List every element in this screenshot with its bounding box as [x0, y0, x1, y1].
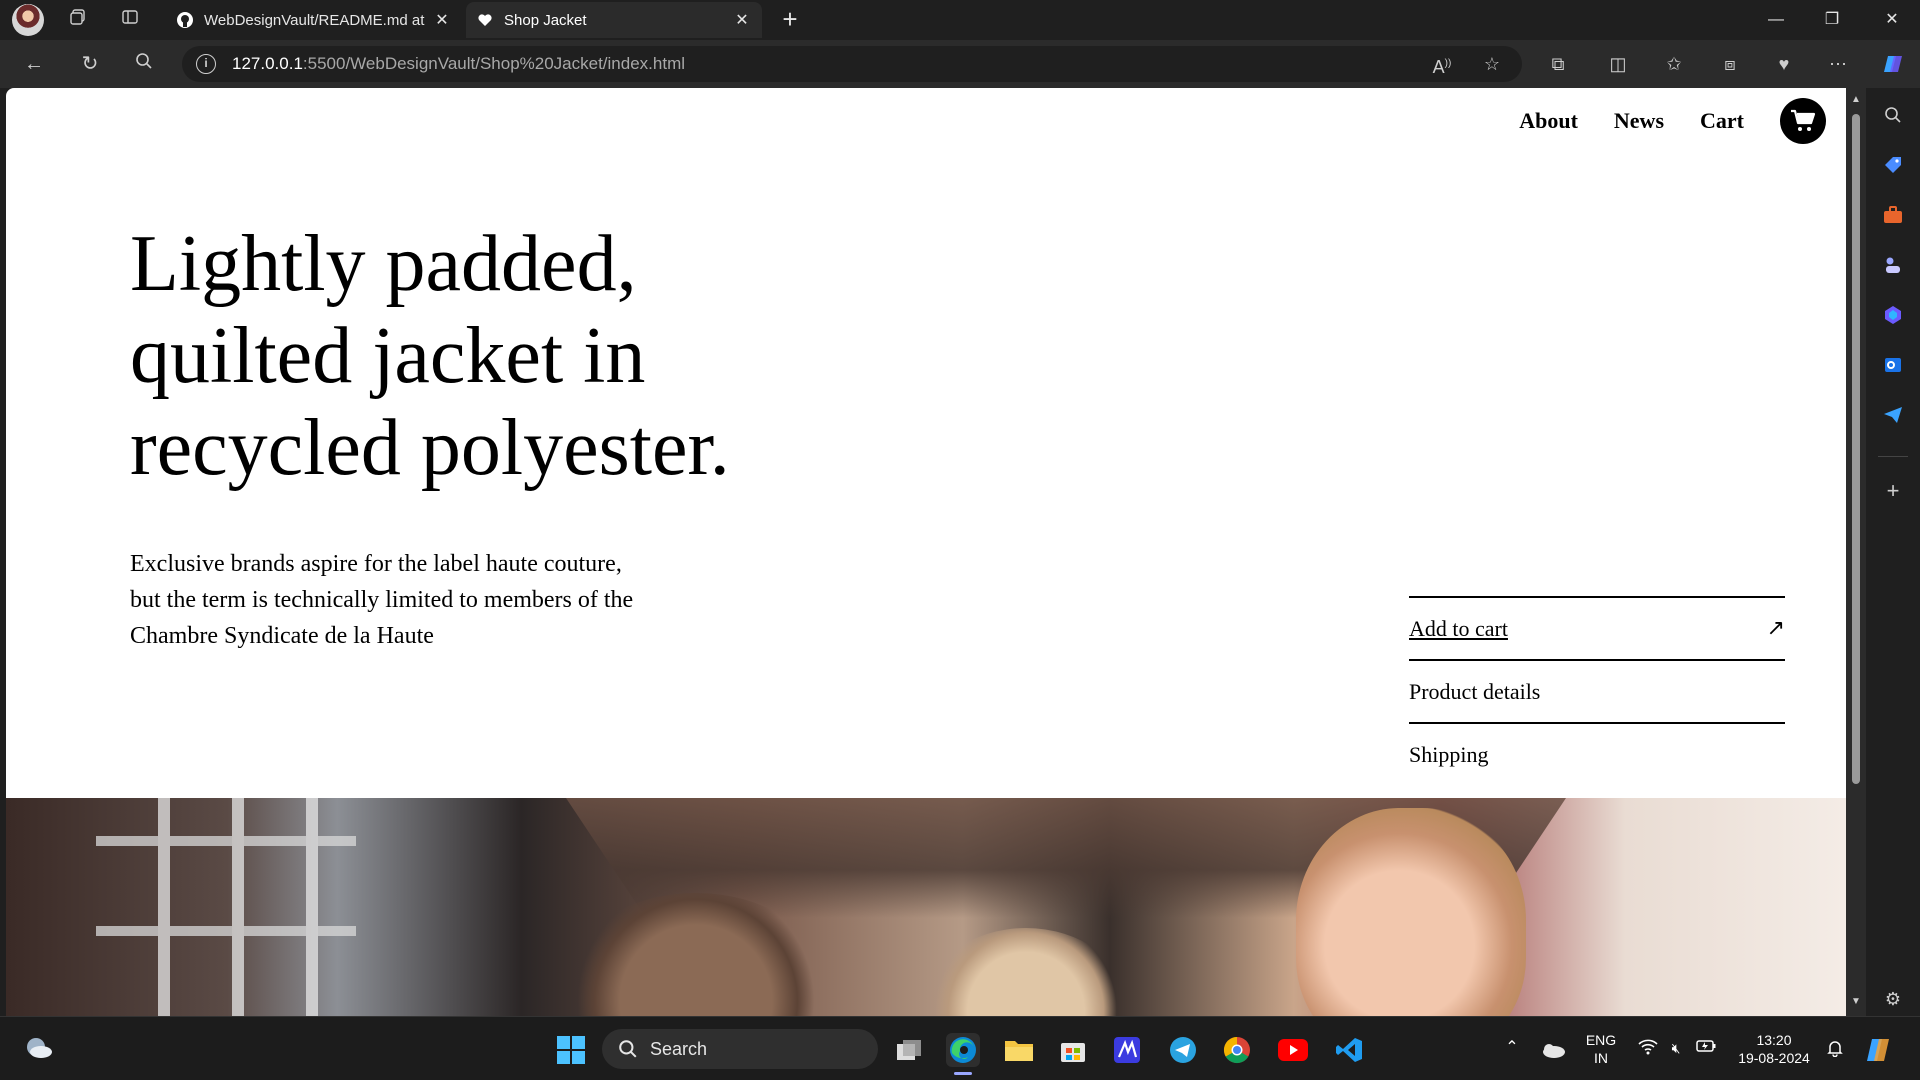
page-scrollbar[interactable]: ▲ ▼ [1846, 88, 1866, 1016]
send-icon[interactable] [1880, 402, 1906, 428]
arrow-up-right-icon: ↗ [1766, 616, 1785, 641]
browser-essentials-icon[interactable]: ♥ [1770, 52, 1798, 76]
show-hidden-icons[interactable]: ⌃ [1500, 1039, 1524, 1057]
extensions-icon[interactable]: ⧉ [1544, 52, 1572, 76]
scrollbar-thumb[interactable] [1852, 114, 1860, 784]
tools-icon[interactable] [1880, 202, 1906, 228]
restore-button[interactable]: ❐ [1804, 0, 1860, 40]
onedrive-icon[interactable] [1536, 1033, 1570, 1067]
editor-app-icon[interactable] [1110, 1033, 1144, 1067]
clock[interactable]: 13:20 19-08-2024 [1732, 1031, 1816, 1067]
search-icon [619, 1040, 637, 1058]
address-toolbar: ← ↻ i 127.0.0.1:5500/WebDesignVault/Shop… [0, 40, 1920, 88]
favorite-star-icon[interactable]: ☆ [1478, 52, 1506, 76]
site-info-icon[interactable]: i [196, 54, 216, 74]
language-line2: IN [1594, 1050, 1608, 1066]
language-line1: ENG [1585, 1032, 1617, 1048]
add-sidebar-app-icon[interactable]: + [1880, 478, 1906, 504]
scroll-down-icon[interactable]: ▼ [1850, 996, 1862, 1007]
wifi-icon[interactable] [1636, 1039, 1660, 1060]
games-icon[interactable] [1880, 252, 1906, 278]
more-menu-icon[interactable]: ⋯ [1824, 52, 1852, 76]
active-app-indicator [954, 1072, 972, 1075]
site-nav: About News Cart [1519, 98, 1826, 144]
volume-muted-icon[interactable]: 🔇︎ [1664, 1039, 1688, 1057]
chrome-icon[interactable] [1220, 1033, 1254, 1067]
youtube-icon[interactable] [1276, 1033, 1310, 1067]
shopping-cart-icon [1791, 109, 1816, 131]
microsoft-365-icon[interactable] [1880, 302, 1906, 328]
taskbar-search[interactable]: Search [602, 1029, 878, 1069]
edge-browser-icon[interactable] [946, 1033, 980, 1067]
clock-date: 19-08-2024 [1738, 1050, 1810, 1066]
close-window-button[interactable]: ✕ [1864, 0, 1920, 40]
scroll-up-icon[interactable]: ▲ [1850, 94, 1862, 105]
language-indicator[interactable]: ENG IN [1578, 1031, 1624, 1067]
edge-sidebar: + ⚙ [1866, 88, 1920, 1016]
back-icon[interactable]: ← [20, 52, 48, 76]
heart-icon [476, 11, 494, 29]
url-path: :5500/WebDesignVault/Shop%20Jacket/index… [302, 54, 686, 73]
favorites-icon[interactable]: ✩ [1660, 52, 1688, 76]
url-host: 127.0.0.1 [232, 54, 303, 73]
task-view-icon[interactable] [892, 1033, 926, 1067]
hero-image [6, 798, 1846, 1016]
battery-icon[interactable] [1694, 1039, 1718, 1057]
nav-about-link[interactable]: About [1519, 108, 1578, 134]
add-to-cart-label: Add to cart [1409, 615, 1508, 641]
clock-time: 13:20 [1756, 1032, 1792, 1048]
shopping-tag-icon[interactable] [1880, 152, 1906, 178]
telegram-icon[interactable] [1166, 1033, 1200, 1067]
page-title: Lightly padded, quilted jacket in recycl… [130, 220, 730, 492]
tab-shop-jacket[interactable]: Shop Jacket ✕ [466, 2, 762, 38]
search-label: Search [650, 1038, 708, 1059]
refresh-icon[interactable]: ↻ [76, 52, 104, 76]
cart-button[interactable] [1780, 98, 1826, 144]
github-icon [176, 11, 194, 29]
nav-news-link[interactable]: News [1614, 108, 1664, 134]
profile-avatar[interactable] [12, 4, 44, 36]
weather-icon[interactable] [22, 1031, 56, 1065]
tab-title: Shop Jacket [504, 11, 587, 29]
read-aloud-icon[interactable]: A)) [1428, 52, 1456, 79]
outlook-icon[interactable] [1880, 352, 1906, 378]
vertical-tabs-icon[interactable] [116, 8, 144, 32]
product-details-link[interactable]: Product details [1409, 659, 1785, 722]
settings-gear-icon[interactable]: ⚙ [1880, 986, 1906, 1012]
product-details-label: Product details [1409, 678, 1541, 704]
nav-cart-link[interactable]: Cart [1700, 108, 1744, 134]
search-icon[interactable] [130, 52, 158, 76]
notification-bell-icon[interactable] [1824, 1039, 1846, 1062]
shipping-label: Shipping [1409, 741, 1489, 767]
copilot-icon[interactable] [1880, 52, 1908, 82]
browser-tab-bar: WebDesignVault/README.md at ✕ Shop Jacke… [0, 0, 1920, 40]
windows-start-icon[interactable] [554, 1033, 588, 1067]
page-viewport: About News Cart Lightly padded, quilted … [6, 88, 1846, 1016]
sidebar-search-icon[interactable] [1880, 102, 1906, 128]
microsoft-store-icon[interactable] [1056, 1033, 1090, 1067]
file-explorer-icon[interactable] [1002, 1033, 1036, 1067]
close-tab-icon[interactable]: ✕ [432, 10, 452, 30]
windows-taskbar: Search ⌃ ENG IN 🔇︎ 13:20 19-08-2024 [0, 1016, 1920, 1080]
shipping-link[interactable]: Shipping [1409, 722, 1785, 785]
close-tab-icon[interactable]: ✕ [732, 10, 752, 30]
split-screen-icon[interactable]: ◫ [1604, 52, 1632, 76]
workspaces-icon[interactable] [64, 8, 92, 32]
new-tab-button[interactable]: + [776, 6, 804, 34]
copilot-taskbar-icon[interactable] [1862, 1033, 1896, 1067]
tab-readme[interactable]: WebDesignVault/README.md at ✕ [166, 2, 462, 38]
add-to-cart-link[interactable]: Add to cart ↗ [1409, 596, 1785, 659]
product-menu: Add to cart ↗ Product details Shipping [1409, 596, 1785, 785]
intro-paragraph: Exclusive brands aspire for the label ha… [130, 551, 634, 649]
url-field[interactable]: i 127.0.0.1:5500/WebDesignVault/Shop%20J… [182, 46, 1522, 82]
vscode-icon[interactable] [1332, 1033, 1366, 1067]
tab-title: WebDesignVault/README.md at [204, 11, 425, 29]
collections-icon[interactable]: ⧈ [1716, 52, 1744, 76]
minimize-button[interactable]: — [1748, 0, 1804, 40]
